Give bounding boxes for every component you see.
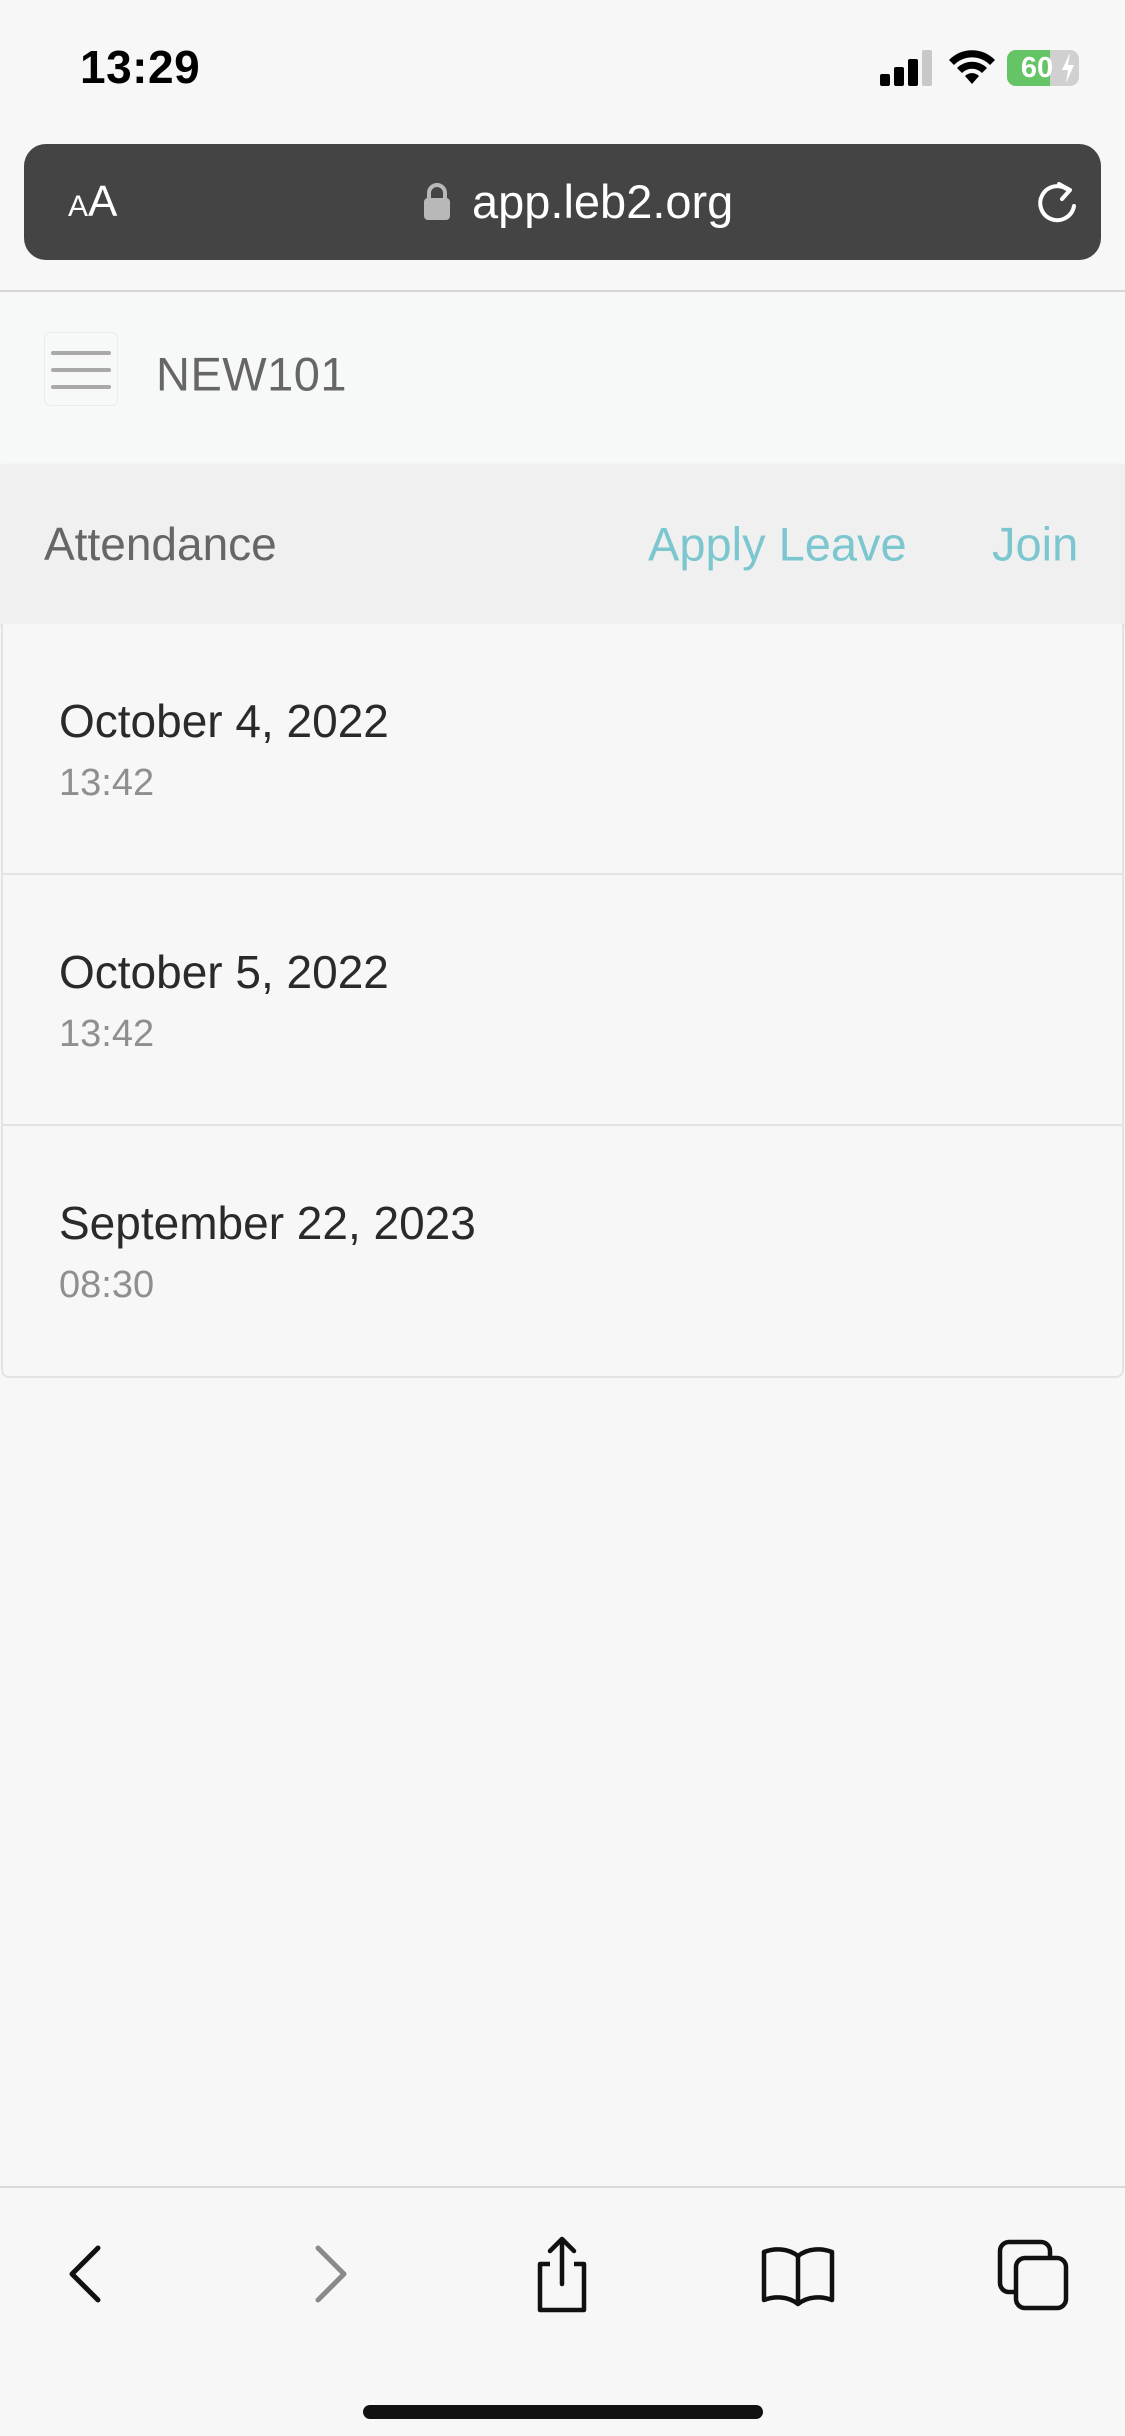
cellular-signal-icon — [880, 50, 934, 86]
attendance-time: 08:30 — [59, 1264, 155, 1306]
status-time: 13:29 — [80, 41, 201, 93]
attendance-date: October 5, 2022 — [59, 946, 389, 998]
reload-icon[interactable] — [1032, 178, 1082, 228]
list-item[interactable]: September 22, 2023 08:30 — [3, 1126, 1122, 1377]
wifi-icon — [949, 50, 995, 84]
bookmarks-icon[interactable] — [758, 2234, 838, 2314]
url-text[interactable]: app.leb2.org — [472, 172, 733, 232]
attendance-date: September 22, 2023 — [59, 1197, 476, 1249]
list-item[interactable]: October 4, 2022 13:42 — [3, 624, 1122, 875]
charging-bolt-icon — [1062, 53, 1074, 83]
app-header: NEW101 — [0, 292, 1125, 464]
back-icon[interactable] — [46, 2234, 126, 2314]
text-size-button[interactable]: AA — [68, 174, 117, 230]
hamburger-menu-icon[interactable] — [44, 332, 118, 406]
share-icon[interactable] — [522, 2234, 602, 2314]
browser-toolbar — [0, 2186, 1125, 2436]
address-bar[interactable]: AA app.leb2.org — [24, 144, 1101, 260]
tabs-icon[interactable] — [994, 2234, 1074, 2314]
battery-icon: 60 — [1007, 50, 1079, 86]
page-title: Attendance — [44, 518, 277, 570]
apply-leave-link[interactable]: Apply Leave — [648, 517, 907, 572]
forward-icon[interactable] — [290, 2234, 370, 2314]
attendance-date: October 4, 2022 — [59, 695, 389, 747]
section-nav-bar: Attendance Apply Leave Join — [0, 464, 1125, 624]
attendance-time: 13:42 — [59, 1013, 155, 1055]
attendance-time: 13:42 — [59, 762, 155, 804]
battery-percent: 60 — [1020, 52, 1054, 84]
home-indicator — [363, 2405, 763, 2419]
attendance-list: October 4, 2022 13:42 October 5, 2022 13… — [1, 624, 1124, 1378]
lock-icon — [424, 183, 450, 220]
join-link[interactable]: Join — [992, 517, 1078, 572]
course-title: NEW101 — [156, 347, 348, 401]
status-bar: 13:29 60 — [0, 0, 1125, 132]
list-item[interactable]: October 5, 2022 13:42 — [3, 875, 1122, 1126]
